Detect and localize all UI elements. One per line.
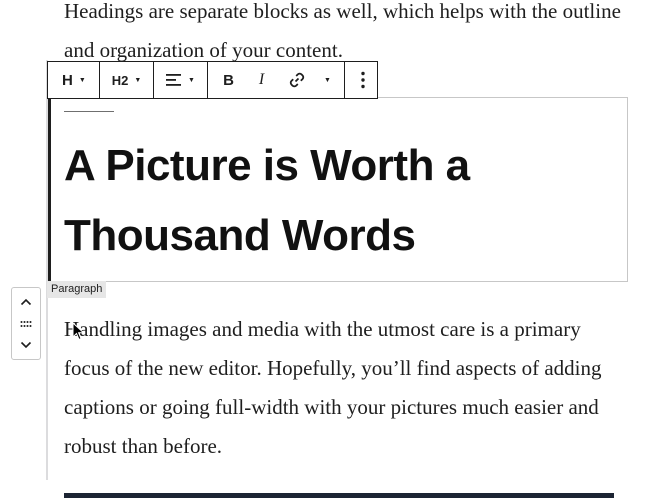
alignment-group: ▼ — [154, 62, 208, 98]
move-up-button[interactable] — [14, 292, 38, 312]
drag-handle[interactable] — [14, 314, 38, 334]
vertical-ellipsis-icon — [361, 71, 365, 89]
paragraph-block[interactable]: Handling images and media with the utmos… — [64, 310, 624, 466]
block-separator-line — [64, 111, 114, 112]
link-button[interactable] — [280, 62, 314, 98]
image-block-top[interactable] — [64, 493, 614, 498]
chevron-down-icon: ▼ — [188, 76, 195, 84]
formatting-buttons: B I ▼ — [208, 62, 344, 98]
options-group — [345, 62, 381, 98]
chevron-down-icon — [20, 341, 32, 349]
chevron-down-icon: ▼ — [134, 76, 142, 84]
intro-paragraph[interactable]: Headings are separate blocks as well, wh… — [64, 0, 624, 70]
chevron-up-icon — [20, 298, 32, 306]
heading-block[interactable]: A Picture is Worth a Thousand Words — [48, 97, 628, 282]
block-type-switcher[interactable]: H ▼ — [48, 62, 99, 98]
heading-block-icon: H — [62, 71, 73, 89]
block-label: Paragraph — [47, 281, 107, 298]
block-mover — [11, 287, 41, 360]
more-rich-text-button[interactable]: ▼ — [317, 62, 339, 98]
heading-level-group: H2 ▼ — [100, 62, 154, 98]
align-left-icon — [166, 74, 182, 86]
block-type-group: H ▼ — [48, 62, 100, 98]
link-icon — [289, 72, 304, 88]
more-options-button[interactable] — [345, 62, 381, 98]
chevron-down-icon: ▼ — [78, 76, 86, 84]
formatting-group: B I ▼ — [208, 62, 345, 98]
align-button[interactable]: ▼ — [154, 62, 207, 98]
heading-level-label: H2 — [111, 72, 129, 88]
heading-level-button[interactable]: H2 ▼ — [100, 62, 153, 98]
mouse-cursor-icon — [72, 322, 85, 341]
bold-button[interactable]: B — [214, 62, 244, 98]
move-down-button[interactable] — [14, 335, 38, 355]
drag-handle-icon — [20, 320, 32, 327]
chevron-down-icon: ▼ — [324, 76, 331, 84]
block-toolbar: H ▼ H2 ▼ ▼ B I ▼ — [47, 61, 378, 99]
heading-text[interactable]: A Picture is Worth a Thousand Words — [64, 131, 604, 271]
italic-button[interactable]: I — [247, 62, 277, 98]
